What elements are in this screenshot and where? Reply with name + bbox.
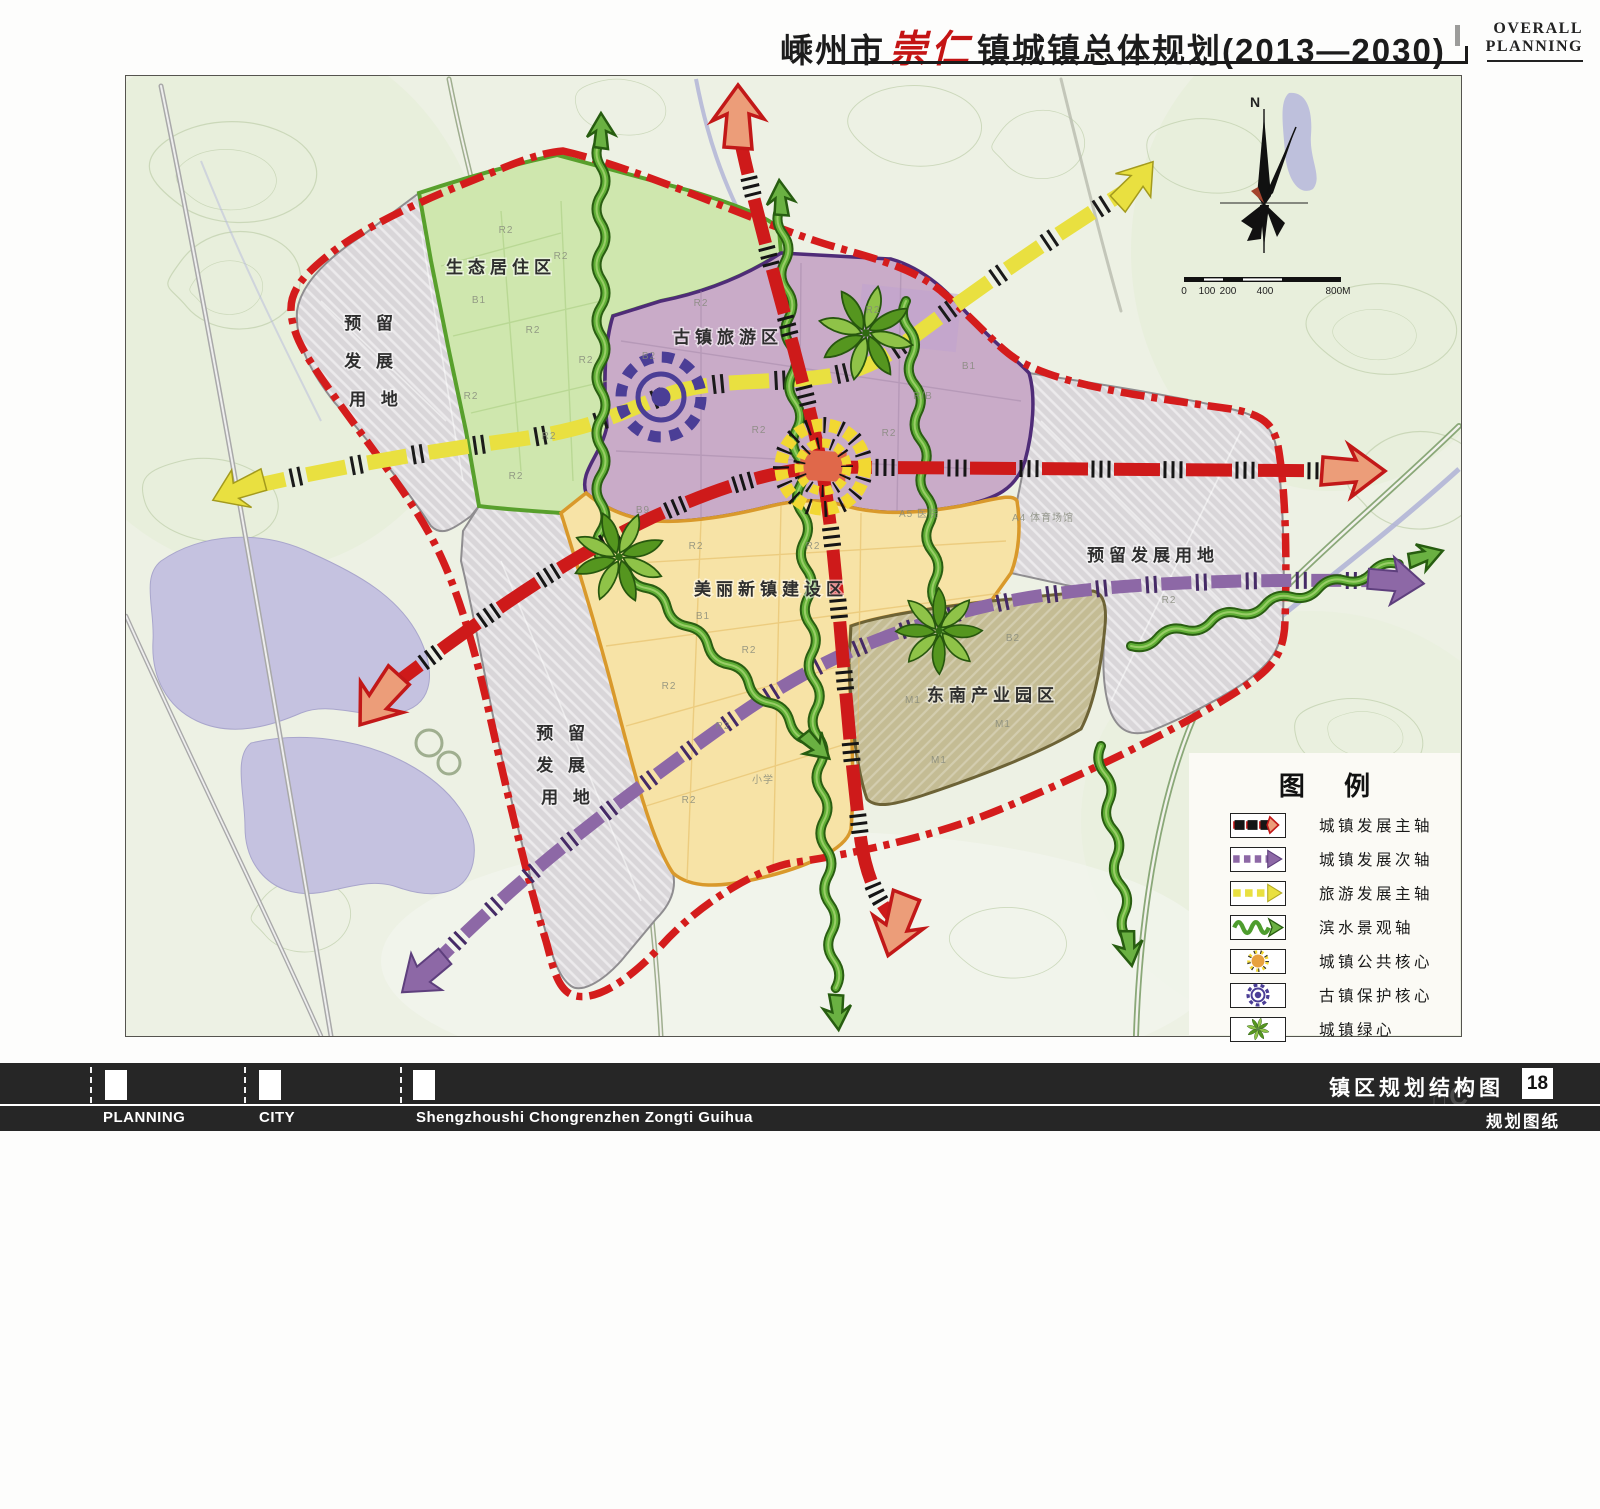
svg-text:B1: B1 — [472, 295, 486, 306]
corner-label: OVERALL PLANNING — [1486, 20, 1583, 56]
legend-title: 图 例 — [1189, 766, 1460, 803]
svg-text:B1: B1 — [696, 611, 710, 622]
svg-text:R2: R2 — [509, 471, 524, 482]
label-eco-residential: 生态居住区 — [446, 257, 556, 277]
legend-item-label: 旅游发展主轴 — [1319, 882, 1433, 904]
legend-item-label: 滨水景观轴 — [1319, 916, 1414, 938]
corner-underline — [1487, 60, 1583, 62]
svg-text:小学: 小学 — [752, 773, 774, 786]
svg-text:400: 400 — [1257, 286, 1274, 297]
footer-label-city: CITY — [259, 1109, 295, 1126]
svg-text:B2: B2 — [642, 351, 656, 362]
svg-text:M1: M1 — [905, 695, 921, 706]
svg-text:R2: R2 — [882, 428, 897, 439]
svg-text:B9: B9 — [636, 505, 650, 516]
svg-text:A5 医院: A5 医院 — [899, 507, 939, 520]
footer-bar: ⌂C PLANNING CITY Shengzhoushi Chongrenzh… — [0, 1063, 1600, 1131]
svg-text:R2: R2 — [579, 355, 594, 366]
footer-label-planning: PLANNING — [103, 1109, 185, 1126]
svg-text:A4 体育场馆: A4 体育场馆 — [1012, 511, 1074, 524]
main-axis-arrow-north — [712, 85, 764, 149]
legend-item-label: 城镇绿心 — [1319, 1018, 1395, 1040]
footer-separator — [90, 1067, 92, 1103]
label-reserved-southwest: 预 留 发 展 用 地 — [535, 723, 599, 807]
page-number: 18 — [1522, 1068, 1553, 1099]
footer-square — [259, 1070, 281, 1100]
legend-item-label: 城镇发展主轴 — [1319, 814, 1433, 836]
svg-text:B2: B2 — [1006, 633, 1020, 644]
svg-text:R2: R2 — [662, 681, 677, 692]
compass-north-label: N — [1250, 94, 1260, 110]
footer-separator — [244, 1067, 246, 1103]
svg-text:R2: R2 — [526, 325, 541, 336]
svg-text:R2: R2 — [694, 298, 709, 309]
svg-text:0: 0 — [1181, 286, 1187, 297]
footer-square — [413, 1070, 435, 1100]
svg-text:R2: R2 — [806, 541, 821, 552]
label-reserved-northwest: 预 留 发 展 用 地 — [343, 313, 407, 409]
page-title: 嵊州市崇仁镇城镇总体规划(2013—2030) — [780, 18, 1440, 73]
svg-text:800M: 800M — [1325, 286, 1350, 297]
svg-text:R2: R2 — [742, 645, 757, 656]
svg-text:M1: M1 — [995, 719, 1011, 730]
svg-text:R2: R2 — [1162, 595, 1177, 606]
label-oldtown-tourism: 古镇旅游区 — [673, 327, 783, 347]
legend-item-label: 城镇发展次轴 — [1319, 848, 1433, 870]
footer-divider-line — [0, 1104, 1600, 1106]
green-heart-icon — [1230, 1017, 1286, 1042]
svg-text:R2: R2 — [682, 795, 697, 806]
legend-item-label: 古镇保护核心 — [1319, 984, 1433, 1006]
title-underline-riser — [1465, 46, 1468, 62]
footer-separator — [400, 1067, 402, 1103]
label-new-town: 美丽新镇建设区 — [694, 579, 848, 599]
footer-square — [105, 1070, 127, 1100]
corner-line2: PLANNING — [1486, 38, 1583, 56]
svg-text:R2: R2 — [464, 391, 479, 402]
title-gray-tick — [1455, 25, 1460, 46]
title-highlight: 崇仁 — [885, 26, 977, 71]
label-reserved-east: 预留发展用地 — [1087, 545, 1219, 565]
sheet-category: 规划图纸 — [1486, 1108, 1560, 1132]
svg-text:R/B: R/B — [913, 391, 933, 402]
title-underline — [827, 61, 1468, 64]
svg-text:R2: R2 — [716, 721, 731, 732]
svg-text:B1: B1 — [962, 361, 976, 372]
svg-text:100: 100 — [1199, 286, 1216, 297]
scale-bar: 0 100 200 400 800M — [1181, 277, 1350, 297]
legend-item-label: 城镇公共核心 — [1319, 950, 1433, 972]
svg-text:200: 200 — [1220, 286, 1237, 297]
legend-panel: 图 例 城镇发展主轴 城镇发展次轴 — [1189, 753, 1460, 1035]
svg-text:M1: M1 — [931, 755, 947, 766]
sheet-title: 镇区规划结构图 — [1329, 1072, 1504, 1102]
svg-text:R2: R2 — [542, 431, 557, 442]
svg-text:R2: R2 — [689, 541, 704, 552]
svg-text:R2: R2 — [499, 225, 514, 236]
svg-text:R2: R2 — [866, 305, 881, 316]
label-se-industrial: 东南产业园区 — [927, 685, 1059, 705]
corner-line1: OVERALL — [1486, 20, 1583, 38]
footer-label-pinyin: Shengzhoushi Chongrenzhen Zongti Guihua — [416, 1109, 753, 1126]
legend-item-green-heart: 城镇绿心 — [1230, 1017, 1460, 1041]
svg-text:R2: R2 — [752, 425, 767, 436]
planning-map: R2 R2 B1 R2 R2 R2 R2 R2 R2 B2 R2 R2 R/B B1 R2 B9 R2 R2 A5 … — [125, 75, 1462, 1037]
